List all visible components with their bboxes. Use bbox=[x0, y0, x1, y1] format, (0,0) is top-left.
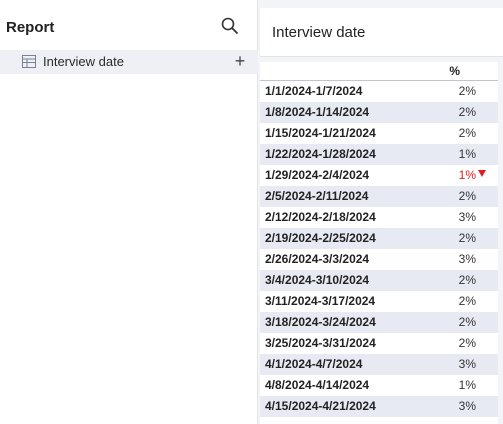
table-row[interactable]: 1/1/2024-1/7/2024 2% bbox=[260, 81, 498, 102]
scrollbar[interactable] bbox=[498, 62, 503, 424]
down-arrow-icon bbox=[478, 170, 486, 177]
field-item-interview-date[interactable]: Interview date + bbox=[0, 50, 258, 74]
row-label: 4/15/2024-4/21/2024 bbox=[265, 399, 376, 413]
row-value: 2% bbox=[458, 336, 476, 350]
table-row[interactable]: 4/15/2024-4/21/2024 3% bbox=[260, 396, 498, 417]
row-value: 2% bbox=[458, 189, 476, 203]
row-label: 2/5/2024-2/11/2024 bbox=[265, 189, 369, 203]
right-panel-header: Interview date bbox=[260, 8, 503, 57]
table-row[interactable]: 3/25/2024-3/31/2024 2% bbox=[260, 333, 498, 354]
row-value: 1% bbox=[458, 378, 476, 392]
table-row[interactable]: 1/22/2024-1/28/2024 1% bbox=[260, 144, 498, 165]
row-label: 4/8/2024-4/14/2024 bbox=[265, 378, 370, 392]
row-label: 2/26/2024-3/3/2024 bbox=[265, 252, 370, 266]
row-value: 2% bbox=[458, 315, 476, 329]
table-icon bbox=[22, 55, 36, 68]
left-panel-header: Report bbox=[0, 0, 258, 48]
table-rows: 1/1/2024-1/7/2024 2% 1/8/2024-1/14/2024 2% 1… bbox=[260, 81, 498, 417]
data-table: % 1/1/2024-1/7/2024 2% 1/8/2024-1/14/2024 2… bbox=[260, 62, 498, 424]
row-label: 1/8/2024-1/14/2024 bbox=[265, 105, 370, 119]
table-row[interactable]: 3/18/2024-3/24/2024 2% bbox=[260, 312, 498, 333]
plus-icon[interactable]: + bbox=[233, 52, 247, 70]
row-value: 1% bbox=[458, 147, 476, 161]
row-label: 3/25/2024-3/31/2024 bbox=[265, 336, 376, 350]
table-row[interactable]: 4/8/2024-4/14/2024 1% bbox=[260, 375, 498, 396]
table-title: Interview date bbox=[272, 24, 366, 41]
left-panel: Report Interview date + bbox=[0, 0, 258, 424]
table-row[interactable]: 4/1/2024-4/7/2024 3% bbox=[260, 354, 498, 375]
row-value: 2% bbox=[458, 294, 476, 308]
row-value: 2% bbox=[458, 273, 476, 287]
table-row[interactable]: 2/5/2024-2/11/2024 2% bbox=[260, 186, 498, 207]
row-value: 2% bbox=[458, 126, 476, 140]
report-view: Report Interview date + Interview date %… bbox=[0, 0, 503, 424]
table-row[interactable]: 2/19/2024-2/25/2024 2% bbox=[260, 228, 498, 249]
row-value: 1% bbox=[458, 168, 476, 182]
row-label: 1/22/2024-1/28/2024 bbox=[265, 147, 376, 161]
row-label: 2/12/2024-2/18/2024 bbox=[265, 210, 376, 224]
column-header-percent[interactable]: % bbox=[449, 64, 460, 78]
row-value: 3% bbox=[458, 210, 476, 224]
row-label: 1/15/2024-1/21/2024 bbox=[265, 126, 376, 140]
table-row[interactable]: 3/11/2024-3/17/2024 2% bbox=[260, 291, 498, 312]
table-row[interactable]: 1/15/2024-1/21/2024 2% bbox=[260, 123, 498, 144]
row-value: 3% bbox=[458, 399, 476, 413]
row-label: 3/4/2024-3/10/2024 bbox=[265, 273, 370, 287]
table-row[interactable]: 3/4/2024-3/10/2024 2% bbox=[260, 270, 498, 291]
table-row[interactable]: 1/8/2024-1/14/2024 2% bbox=[260, 102, 498, 123]
row-value: 2% bbox=[458, 105, 476, 119]
row-label: 4/1/2024-4/7/2024 bbox=[265, 357, 363, 371]
row-value: 3% bbox=[458, 252, 476, 266]
row-label: 1/29/2024-2/4/2024 bbox=[265, 168, 370, 182]
field-label: Interview date bbox=[43, 54, 124, 69]
report-title: Report bbox=[6, 19, 55, 36]
row-label: 3/18/2024-3/24/2024 bbox=[265, 315, 376, 329]
table-row[interactable]: 2/12/2024-2/18/2024 3% bbox=[260, 207, 498, 228]
table-column-header: % bbox=[260, 62, 498, 81]
row-value: 2% bbox=[458, 231, 476, 245]
row-label: 2/19/2024-2/25/2024 bbox=[265, 231, 376, 245]
row-value: 2% bbox=[458, 84, 476, 98]
table-row[interactable]: 2/26/2024-3/3/2024 3% bbox=[260, 249, 498, 270]
row-label: 1/1/2024-1/7/2024 bbox=[265, 84, 363, 98]
table-row[interactable]: 1/29/2024-2/4/2024 1% bbox=[260, 165, 498, 186]
row-label: 3/11/2024-3/17/2024 bbox=[265, 294, 376, 308]
row-value: 3% bbox=[458, 357, 476, 371]
search-icon[interactable] bbox=[220, 16, 240, 36]
